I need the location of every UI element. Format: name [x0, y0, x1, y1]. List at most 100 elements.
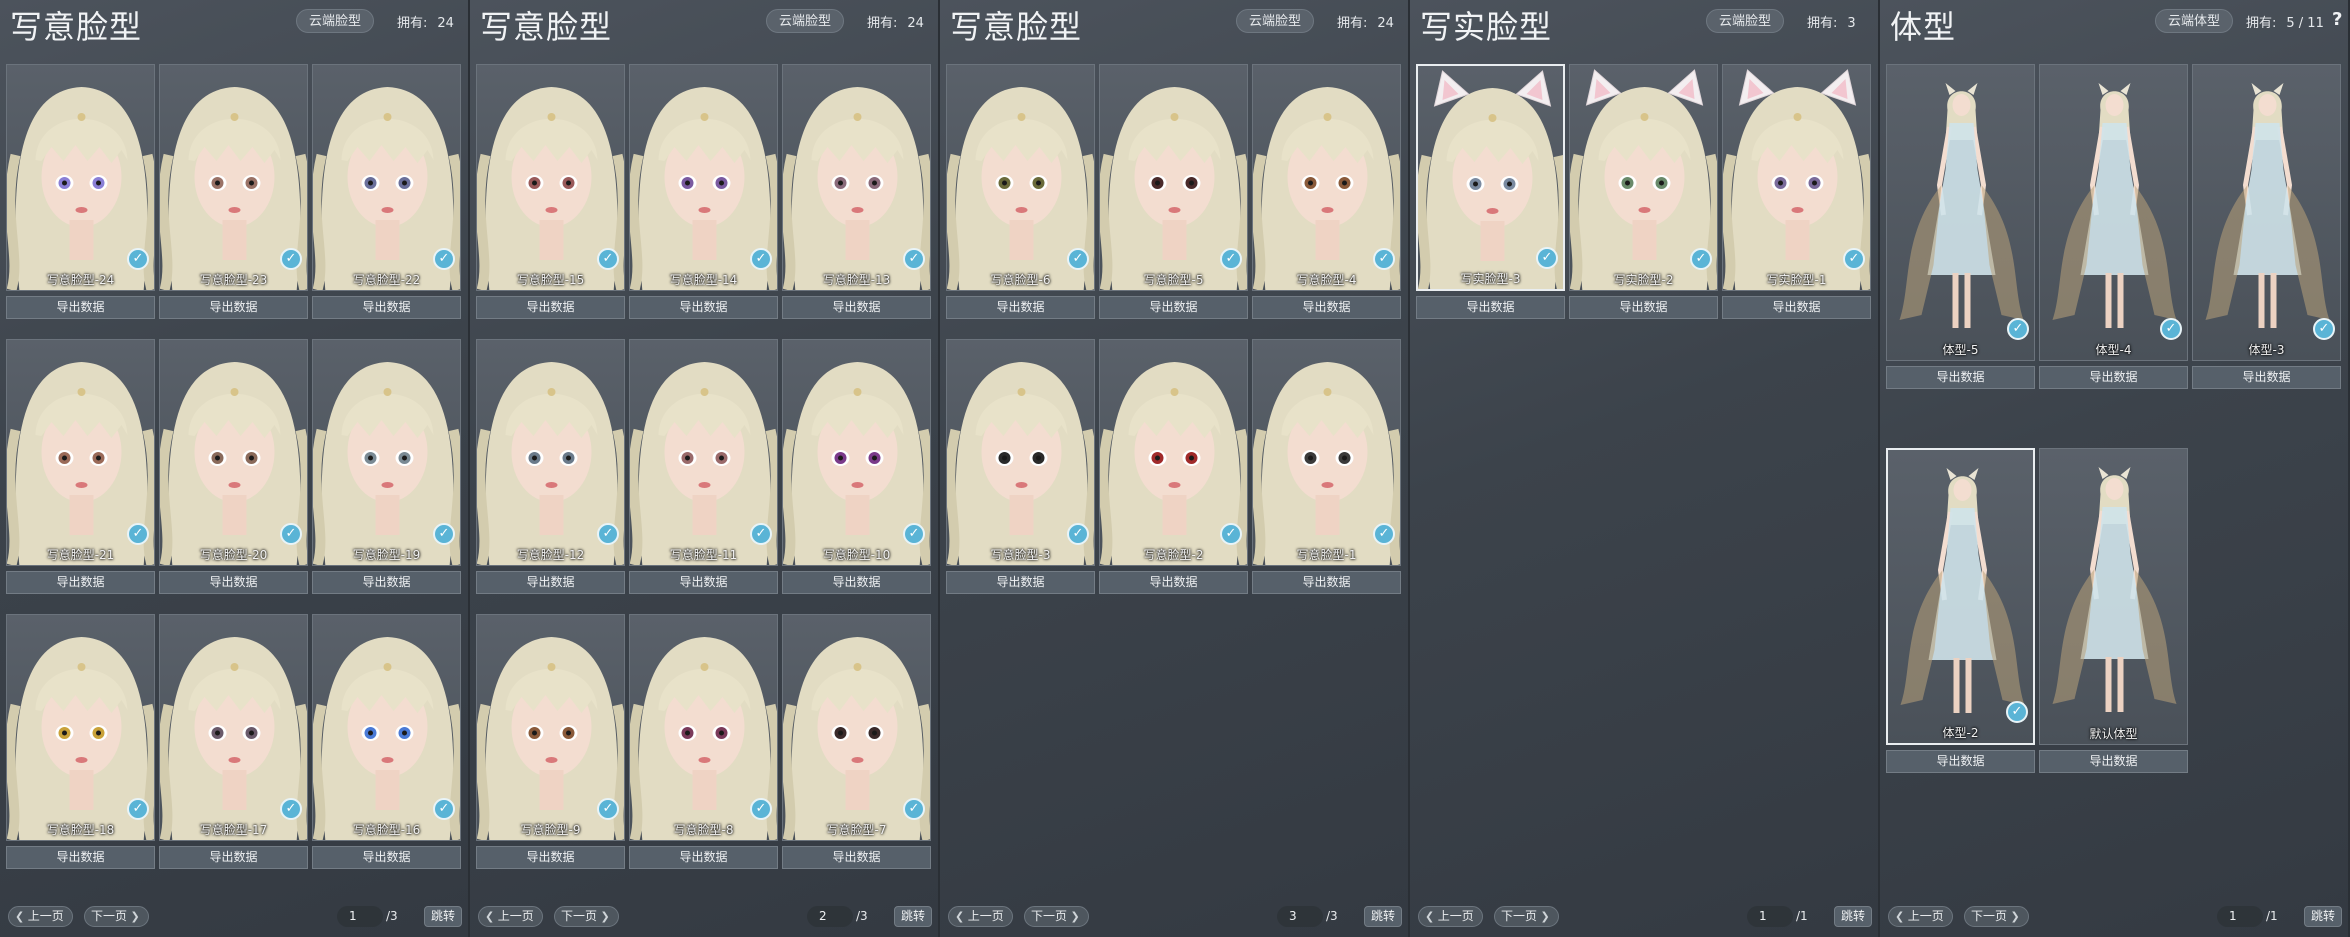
face-type-card[interactable]: ✓ 写意脸型-11 — [629, 339, 778, 566]
page-number-input[interactable]: 1 — [337, 906, 383, 927]
export-data-button[interactable]: 导出数据 — [476, 571, 625, 594]
body-type-card[interactable]: ✓ 体型-2 — [1886, 448, 2035, 745]
prev-page-button[interactable]: ❮ 上一页 — [1418, 906, 1483, 927]
face-type-card[interactable]: ✓ 写意脸型-21 — [6, 339, 155, 566]
face-type-card[interactable]: ✓ 写意脸型-18 — [6, 614, 155, 841]
body-type-card[interactable]: ✓ 体型-4 — [2039, 64, 2188, 361]
export-data-button[interactable]: 导出数据 — [1569, 296, 1718, 319]
next-page-button[interactable]: 下一页 ❯ — [1494, 906, 1559, 927]
owned-label: 拥有: — [867, 16, 898, 31]
face-type-card[interactable]: ✓ 写意脸型-10 — [782, 339, 931, 566]
face-type-card[interactable]: ✓ 写意脸型-22 — [312, 64, 461, 291]
face-type-card[interactable]: ✓ 写意脸型-15 — [476, 64, 625, 291]
card-label: 写意脸型-1 — [1296, 548, 1357, 562]
face-type-card[interactable]: ✓ 写实脸型-3 — [1416, 64, 1565, 291]
owned-count-value: 24 — [907, 16, 924, 31]
page-number-input[interactable]: 1 — [2217, 906, 2263, 927]
face-type-card[interactable]: ✓ 写意脸型-9 — [476, 614, 625, 841]
export-data-button[interactable]: 导出数据 — [629, 846, 778, 869]
face-type-card[interactable]: ✓ 写意脸型-3 — [946, 339, 1095, 566]
face-type-card[interactable]: ✓ 写意脸型-14 — [629, 64, 778, 291]
export-data-button[interactable]: 导出数据 — [312, 571, 461, 594]
owned-label: 拥有: — [1807, 16, 1838, 31]
export-data-button[interactable]: 导出数据 — [159, 296, 308, 319]
export-data-button[interactable]: 导出数据 — [782, 296, 931, 319]
face-type-card[interactable]: ✓ 写意脸型-1 — [1252, 339, 1401, 566]
export-data-button[interactable]: 导出数据 — [1886, 366, 2035, 389]
next-page-button[interactable]: 下一页 ❯ — [1024, 906, 1089, 927]
face-type-card[interactable]: ✓ 写意脸型-19 — [312, 339, 461, 566]
face-type-card[interactable]: ✓ 写意脸型-4 — [1252, 64, 1401, 291]
jump-button[interactable]: 跳转 — [894, 906, 933, 927]
prev-page-button[interactable]: ❮ 上一页 — [948, 906, 1013, 927]
cloud-library-button[interactable]: 云端脸型 — [1236, 9, 1315, 33]
prev-page-button[interactable]: ❮ 上一页 — [478, 906, 543, 927]
export-data-button[interactable]: 导出数据 — [629, 571, 778, 594]
export-data-button[interactable]: 导出数据 — [1416, 296, 1565, 319]
owned-check-icon: ✓ — [2006, 701, 2028, 723]
jump-button[interactable]: 跳转 — [2304, 906, 2343, 927]
jump-button[interactable]: 跳转 — [424, 906, 463, 927]
cloud-library-button[interactable]: 云端脸型 — [1706, 9, 1785, 33]
cloud-library-button[interactable]: 云端脸型 — [296, 9, 375, 33]
face-type-card[interactable]: ✓ 写意脸型-13 — [782, 64, 931, 291]
card-label: 写意脸型-10 — [822, 548, 891, 562]
owned-label: 拥有: — [2246, 16, 2277, 31]
export-data-button[interactable]: 导出数据 — [946, 571, 1095, 594]
export-data-button[interactable]: 导出数据 — [782, 571, 931, 594]
export-data-button[interactable]: 导出数据 — [159, 846, 308, 869]
export-data-button[interactable]: 导出数据 — [159, 571, 308, 594]
export-data-button[interactable]: 导出数据 — [2039, 366, 2188, 389]
page-number-input[interactable]: 3 — [1277, 906, 1323, 927]
face-type-card[interactable]: ✓ 写意脸型-24 — [6, 64, 155, 291]
page-number-input[interactable]: 1 — [1747, 906, 1793, 927]
export-data-button[interactable]: 导出数据 — [6, 846, 155, 869]
export-data-button[interactable]: 导出数据 — [2192, 366, 2341, 389]
export-data-button[interactable]: 导出数据 — [1722, 296, 1871, 319]
face-type-card[interactable]: ✓ 写意脸型-5 — [1099, 64, 1248, 291]
face-type-card[interactable]: ✓ 写实脸型-2 — [1569, 64, 1718, 291]
next-page-button[interactable]: 下一页 ❯ — [84, 906, 149, 927]
export-data-button[interactable]: 导出数据 — [629, 296, 778, 319]
export-data-button[interactable]: 导出数据 — [476, 846, 625, 869]
next-page-button[interactable]: 下一页 ❯ — [1964, 906, 2029, 927]
face-type-card[interactable]: ✓ 写意脸型-7 — [782, 614, 931, 841]
next-page-button[interactable]: 下一页 ❯ — [554, 906, 619, 927]
face-type-card[interactable]: ✓ 写意脸型-23 — [159, 64, 308, 291]
export-data-button[interactable]: 导出数据 — [946, 296, 1095, 319]
body-type-card[interactable]: 默认体型 — [2039, 448, 2188, 745]
jump-button[interactable]: 跳转 — [1834, 906, 1873, 927]
help-icon[interactable]: ? — [2332, 9, 2342, 30]
face-type-card[interactable]: ✓ 写意脸型-6 — [946, 64, 1095, 291]
export-data-button[interactable]: 导出数据 — [6, 571, 155, 594]
export-data-button[interactable]: 导出数据 — [782, 846, 931, 869]
export-data-button[interactable]: 导出数据 — [6, 296, 155, 319]
face-type-card[interactable]: ✓ 写意脸型-16 — [312, 614, 461, 841]
owned-count-value: 24 — [437, 16, 454, 31]
body-type-card[interactable]: ✓ 体型-3 — [2192, 64, 2341, 361]
cloud-library-button[interactable]: 云端脸型 — [766, 9, 845, 33]
cloud-library-button[interactable]: 云端体型 — [2155, 9, 2234, 33]
export-data-button[interactable]: 导出数据 — [2039, 750, 2188, 773]
owned-count: 拥有: 24 — [867, 12, 924, 31]
body-type-card[interactable]: ✓ 体型-5 — [1886, 64, 2035, 361]
prev-page-button[interactable]: ❮ 上一页 — [1888, 906, 1953, 927]
face-type-card[interactable]: ✓ 写意脸型-12 — [476, 339, 625, 566]
page-number-input[interactable]: 2 — [807, 906, 853, 927]
export-data-button[interactable]: 导出数据 — [312, 296, 461, 319]
prev-page-button[interactable]: ❮ 上一页 — [8, 906, 73, 927]
face-type-card[interactable]: ✓ 写意脸型-17 — [159, 614, 308, 841]
face-type-card[interactable]: ✓ 写意脸型-8 — [629, 614, 778, 841]
export-data-button[interactable]: 导出数据 — [476, 296, 625, 319]
face-type-card[interactable]: ✓ 写意脸型-20 — [159, 339, 308, 566]
face-type-card[interactable]: ✓ 写实脸型-1 — [1722, 64, 1871, 291]
export-data-button[interactable]: 导出数据 — [1886, 750, 2035, 773]
export-data-button[interactable]: 导出数据 — [1099, 571, 1248, 594]
export-data-button[interactable]: 导出数据 — [312, 846, 461, 869]
face-type-card[interactable]: ✓ 写意脸型-2 — [1099, 339, 1248, 566]
card-label: 写意脸型-18 — [46, 823, 115, 837]
export-data-button[interactable]: 导出数据 — [1099, 296, 1248, 319]
jump-button[interactable]: 跳转 — [1364, 906, 1403, 927]
export-data-button[interactable]: 导出数据 — [1252, 296, 1401, 319]
export-data-button[interactable]: 导出数据 — [1252, 571, 1401, 594]
